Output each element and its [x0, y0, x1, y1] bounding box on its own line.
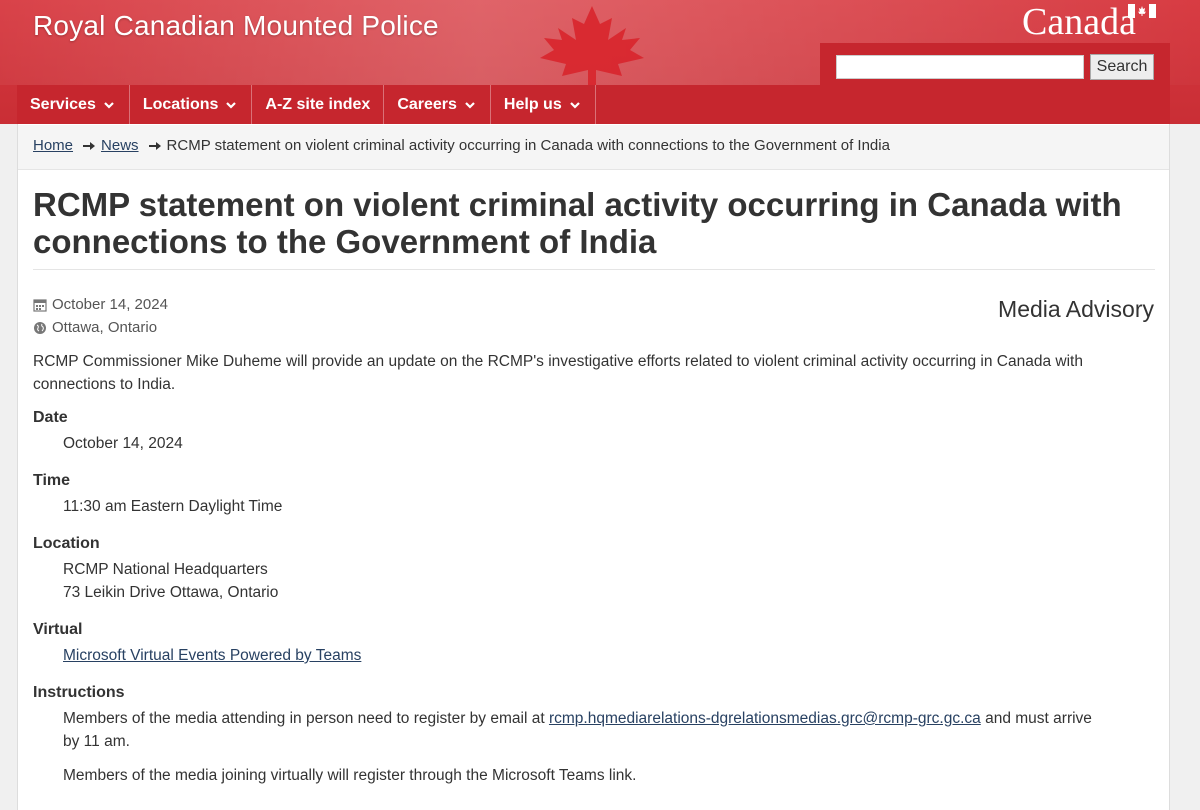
location-line2: 73 Leikin Drive Ottawa, Ontario — [63, 584, 279, 601]
instructions-arrival-time: by 11 am. — [63, 733, 130, 750]
time-value: 11:30 am Eastern Daylight Time — [63, 498, 283, 515]
breadcrumb-current: RCMP statement on violent criminal activ… — [166, 137, 890, 154]
menu-item-label: Careers — [397, 95, 457, 113]
menu-item-careers[interactable]: Careers — [384, 85, 491, 124]
menu-item-locations[interactable]: Locations — [130, 85, 253, 124]
chevron-down-icon — [465, 101, 475, 109]
publish-location-text: Ottawa, Ontario — [52, 319, 158, 336]
location-line1: RCMP National Headquarters — [63, 561, 268, 578]
page-title: RCMP statement on violent criminal activ… — [33, 186, 1122, 260]
arrow-right-icon — [148, 141, 161, 150]
menu-item-services[interactable]: Services — [17, 85, 130, 124]
search-input[interactable] — [836, 55, 1084, 79]
search-button[interactable]: Search — [1090, 54, 1154, 80]
chevron-down-icon — [226, 101, 237, 109]
breadcrumb: Home News RCMP statement on violent crim… — [33, 137, 890, 154]
virtual-label: Virtual — [33, 621, 83, 638]
menu-item-label: A-Z site index — [265, 95, 371, 113]
intro-paragraph: RCMP Commissioner Mike Duheme will provi… — [33, 353, 1083, 393]
maple-leaf-icon — [540, 6, 644, 86]
main-menu: Services Locations A-Z site index Career… — [17, 85, 1170, 124]
virtual-value: Microsoft Virtual Events Powered by Team… — [63, 644, 361, 667]
canada-flag-icon — [1128, 4, 1156, 18]
globe-icon — [34, 321, 46, 334]
media-relations-email-link[interactable]: rcmp.hqmediarelations-dgrelationsmedias.… — [549, 710, 981, 727]
location-label: Location — [33, 535, 100, 552]
breadcrumb-news-link[interactable]: News — [101, 137, 139, 154]
instructions-label: Instructions — [33, 684, 125, 701]
site-title[interactable]: Royal Canadian Mounted Police — [33, 10, 439, 42]
breadcrumb-home-link[interactable]: Home — [33, 137, 73, 154]
calendar-icon — [33, 298, 47, 312]
menu-item-label: Locations — [142, 95, 219, 113]
menu-item-az-index[interactable]: A-Z site index — [252, 85, 385, 124]
publish-date: October 14, 2024 — [33, 296, 168, 313]
menu-item-label: Services — [30, 95, 96, 113]
publish-location: Ottawa, Ontario — [33, 319, 157, 336]
chevron-down-icon — [104, 101, 114, 109]
teams-event-link[interactable]: Microsoft Virtual Events Powered by Team… — [63, 647, 361, 664]
time-label: Time — [33, 472, 71, 489]
instructions-in-person: Members of the media attending in person… — [63, 707, 1143, 730]
title-divider — [33, 269, 1155, 270]
menu-item-help-us[interactable]: Help us — [491, 85, 596, 124]
instructions-post-text: and must arrive — [985, 710, 1092, 727]
instructions-pre-text: Members of the media attending in person… — [63, 710, 545, 727]
publish-date-text: October 14, 2024 — [52, 296, 168, 313]
canada-wordmark[interactable]: Canada — [1022, 0, 1136, 44]
arrow-right-icon — [83, 141, 96, 150]
chevron-down-icon — [569, 101, 580, 109]
release-type: Media Advisory — [998, 296, 1154, 322]
date-label: Date — [33, 409, 68, 426]
date-value: October 14, 2024 — [63, 435, 183, 452]
instructions-virtual: Members of the media joining virtually w… — [63, 767, 637, 784]
menu-item-label: Help us — [503, 95, 562, 113]
